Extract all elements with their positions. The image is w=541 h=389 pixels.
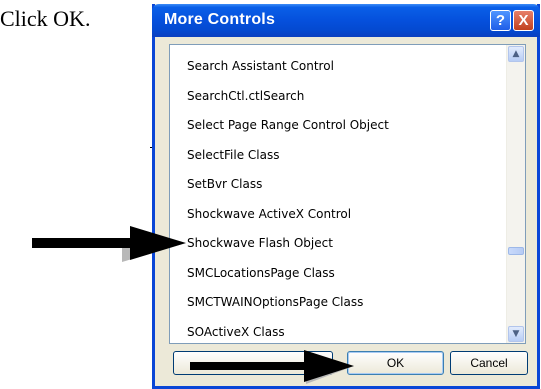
- annotation-arrows: [32, 226, 354, 384]
- arrow-to-shockwave-flash-icon: [32, 226, 186, 262]
- arrow-to-ok-icon: [190, 350, 354, 384]
